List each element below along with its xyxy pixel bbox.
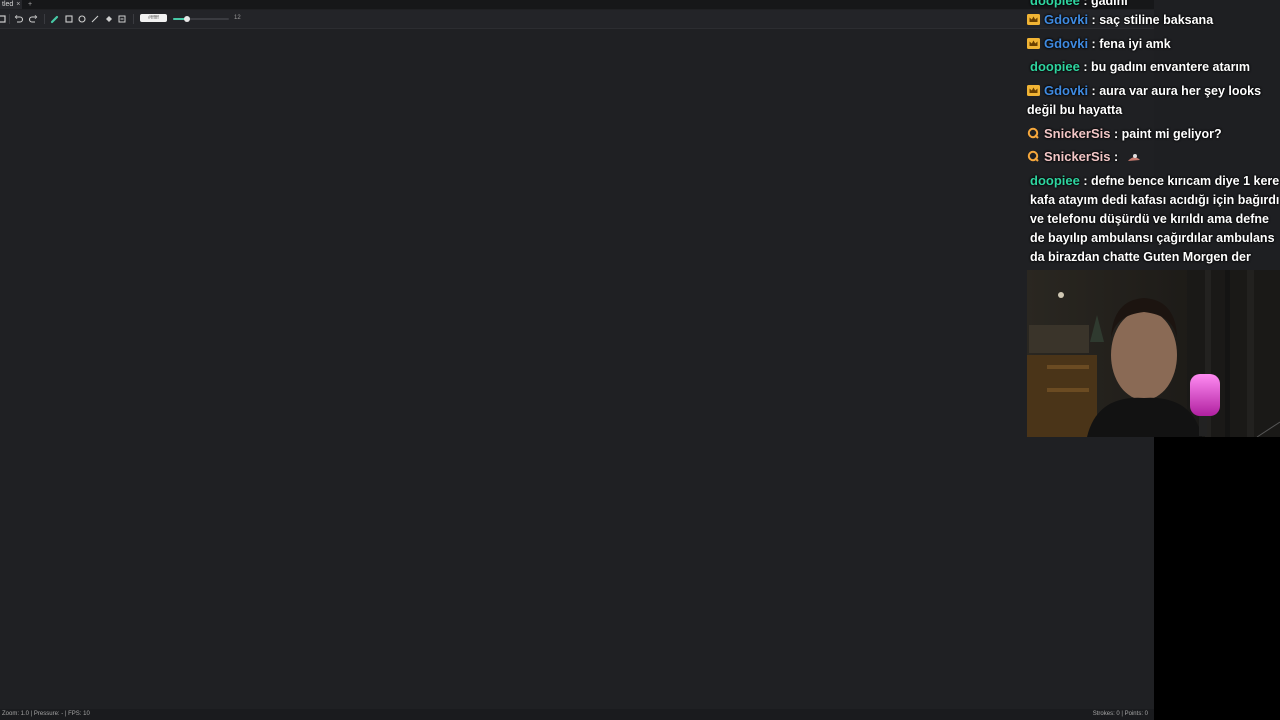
chat-text: gadını xyxy=(1090,0,1128,8)
chat-separator: : xyxy=(1110,127,1122,141)
chat-username[interactable]: doopiee xyxy=(1030,0,1080,8)
brush-size-slider[interactable] xyxy=(173,18,229,20)
drawing-app: tled × + #ffffff 12 Zoom: 1.0 | Pressure… xyxy=(0,0,1154,720)
chat-username[interactable]: Gdovki xyxy=(1044,36,1088,51)
chat-text: fena iyi amk xyxy=(1099,37,1171,51)
crown-icon xyxy=(1027,83,1040,96)
chat-username[interactable]: doopiee xyxy=(1030,173,1080,188)
chat-separator: : xyxy=(1110,150,1122,164)
toolbar-divider xyxy=(44,14,45,24)
status-right: Strokes: 0 | Points: 0 xyxy=(1092,711,1148,717)
chat-message: doopiee : bu gadını envantere atarım xyxy=(1027,57,1280,77)
new-tab-button[interactable]: + xyxy=(28,0,32,9)
chat-message: SnickerSis : paint mi geliyor? xyxy=(1027,124,1280,144)
chat-separator: : xyxy=(1079,174,1091,188)
menu-icon[interactable] xyxy=(0,14,7,24)
screen: tled × + #ffffff 12 Zoom: 1.0 | Pressure… xyxy=(0,0,1280,720)
chat-username[interactable]: Gdovki xyxy=(1044,83,1088,98)
brush-size-value: 12 xyxy=(234,15,241,21)
tab-bar: tled × + xyxy=(0,0,1154,9)
chat-overlay: doopiee : gadını Gdovki : saç stiline bak… xyxy=(1026,0,1280,270)
brush-icon[interactable] xyxy=(50,14,60,24)
line-icon[interactable] xyxy=(90,14,100,24)
fill-icon[interactable] xyxy=(104,14,114,24)
color-value: #ffffff xyxy=(148,15,159,21)
chat-message: SnickerSis : xyxy=(1027,147,1280,167)
chat-username[interactable]: doopiee xyxy=(1030,59,1080,74)
chat-username[interactable]: SnickerSis xyxy=(1044,149,1111,164)
slider-thumb[interactable] xyxy=(184,16,190,22)
toolbar-divider xyxy=(133,14,134,24)
chat-text: saç stiline baksana xyxy=(1099,13,1214,27)
chat-separator: : xyxy=(1079,0,1091,8)
status-bar: Zoom: 1.0 | Pressure: - | FPS: 10 Stroke… xyxy=(0,709,1154,720)
chat-separator: : xyxy=(1079,60,1091,74)
chat-text: bu gadını envantere atarım xyxy=(1090,60,1251,74)
chat-username[interactable]: SnickerSis xyxy=(1044,126,1111,141)
rectangle-icon[interactable] xyxy=(64,14,74,24)
tab-close-icon[interactable]: × xyxy=(16,1,20,8)
chat-separator: : xyxy=(1088,13,1100,27)
chat-message: Gdovki : fena iyi amk xyxy=(1027,34,1280,54)
toolbar-divider xyxy=(9,14,10,24)
q-badge-icon xyxy=(1027,149,1040,162)
chat-message: Gdovki : aura var aura her şey looks değ… xyxy=(1027,81,1280,120)
chat-separator: : xyxy=(1088,84,1100,98)
status-left: Zoom: 1.0 | Pressure: - | FPS: 10 xyxy=(2,711,90,717)
q-badge-icon xyxy=(1027,126,1040,139)
webcam-feed xyxy=(1027,270,1280,437)
undo-icon[interactable] xyxy=(14,14,24,24)
emote-icon xyxy=(1126,150,1142,162)
crown-icon xyxy=(1027,12,1040,25)
clear-icon[interactable] xyxy=(117,14,127,24)
tab-untitled[interactable]: tled × xyxy=(0,0,23,9)
chat-message: Gdovki : saç stiline baksana xyxy=(1027,10,1280,30)
chat-separator: : xyxy=(1088,37,1100,51)
drawing-canvas[interactable] xyxy=(0,29,1154,709)
black-region xyxy=(1154,437,1280,720)
tab-label: tled xyxy=(2,1,14,8)
chat-username[interactable]: Gdovki xyxy=(1044,12,1088,27)
circle-icon[interactable] xyxy=(77,14,87,24)
chat-text: paint mi geliyor? xyxy=(1121,127,1222,141)
redo-icon[interactable] xyxy=(28,14,38,24)
chat-message: doopiee : defne bence kırıcam diye 1 ker… xyxy=(1027,171,1280,267)
color-picker[interactable]: #ffffff xyxy=(140,14,167,22)
crown-icon xyxy=(1027,36,1040,49)
